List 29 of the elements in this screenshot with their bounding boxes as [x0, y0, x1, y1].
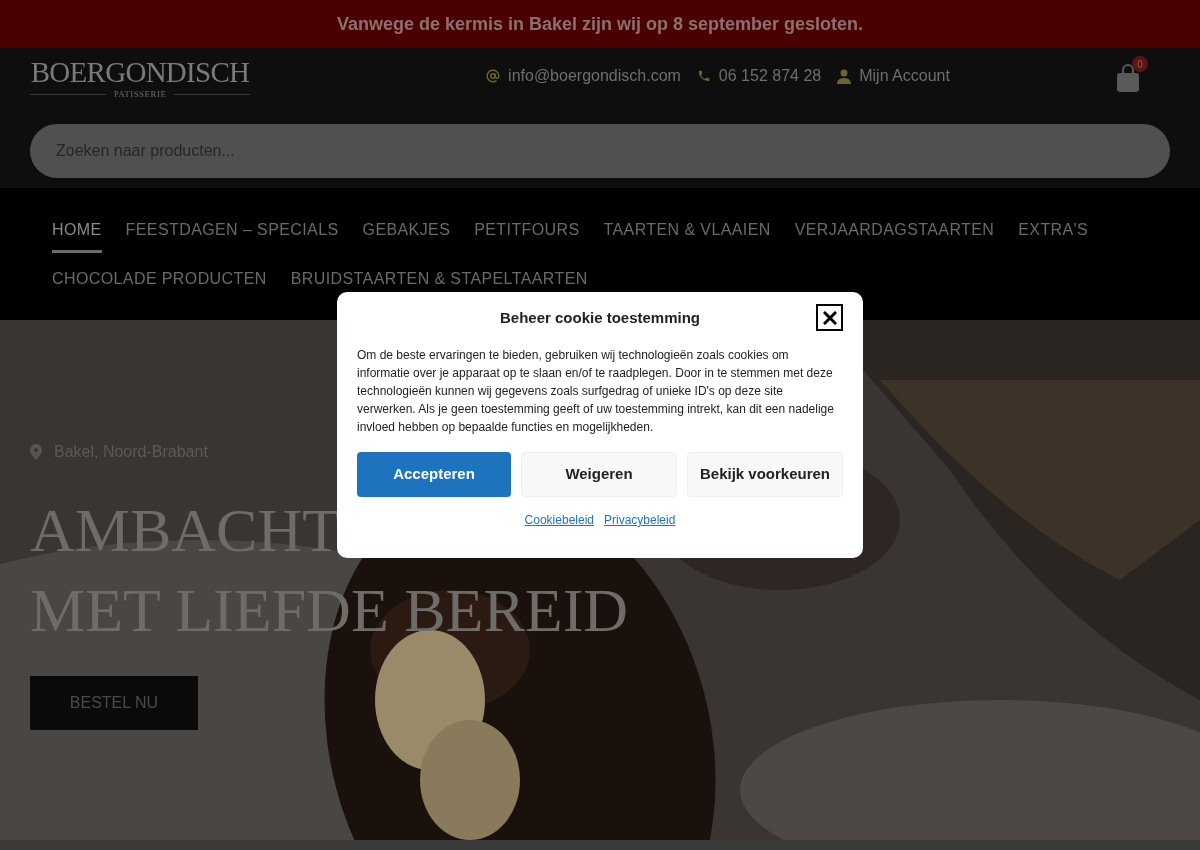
dialog-body-text: Om de beste ervaringen te bieden, gebruiken wij technologieën zoals cookies om informatie over je apparaat op te slaan en/of te raadplegen. Door in te stemmen met deze technologieën kunnen wij gegevens zoals surfgedrag of unieke ID's op deze site verwerken. Als je geen toestemming geeft of uw toestemming intrekt, kan dit een nadelige invloed hebben op bepaalde functies en mogelijkheden.: [357, 347, 835, 436]
nav-link[interactable]: CHOCOLADE PRODUCTEN: [52, 267, 267, 302]
person-icon: [837, 68, 852, 84]
close-icon: [822, 310, 837, 325]
close-button[interactable]: [816, 304, 843, 331]
order-button[interactable]: BESTEL NU: [30, 676, 198, 730]
nav-link[interactable]: PETITFOURS: [474, 218, 580, 253]
notice-text: Vanwege de kermis in Bakel zijn wij op 8 september gesloten.: [336, 12, 864, 36]
dialog-title: Beheer cookie toestemming: [499, 307, 701, 328]
accept-button[interactable]: Accepteren: [357, 452, 511, 497]
preferences-button[interactable]: Bekijk voorkeuren: [687, 452, 843, 497]
nav-link[interactable]: GEBAKJES: [362, 218, 451, 253]
decline-button[interactable]: Weigeren: [521, 452, 677, 497]
nav-link[interactable]: FEESTDAGEN – SPECIALS: [125, 218, 339, 253]
nav-link[interactable]: TAARTEN & VLAAIEN: [603, 218, 771, 253]
cart-count-badge: 0: [1132, 56, 1148, 72]
at-sign-icon: [486, 69, 501, 83]
account-link[interactable]: Mijn Account: [859, 64, 950, 88]
phone-link[interactable]: 06 152 874 28: [718, 64, 822, 88]
nav-link[interactable]: VERJAARDAGSTAARTEN: [794, 218, 995, 253]
nav-link[interactable]: EXTRA'S: [1018, 218, 1089, 253]
logo-tagline: PATISSERIE: [113, 88, 167, 101]
policy-link[interactable]: Privacybeleid: [604, 511, 676, 529]
logo-wordmark[interactable]: BOERGONDISCH: [30, 56, 250, 88]
phone-icon: [696, 69, 711, 83]
email-link[interactable]: info@boergondisch.com: [508, 64, 681, 88]
policy-link[interactable]: Cookiebeleid: [524, 511, 594, 529]
nav-link[interactable]: HOME: [52, 218, 102, 253]
location-pin-icon: [30, 444, 42, 460]
